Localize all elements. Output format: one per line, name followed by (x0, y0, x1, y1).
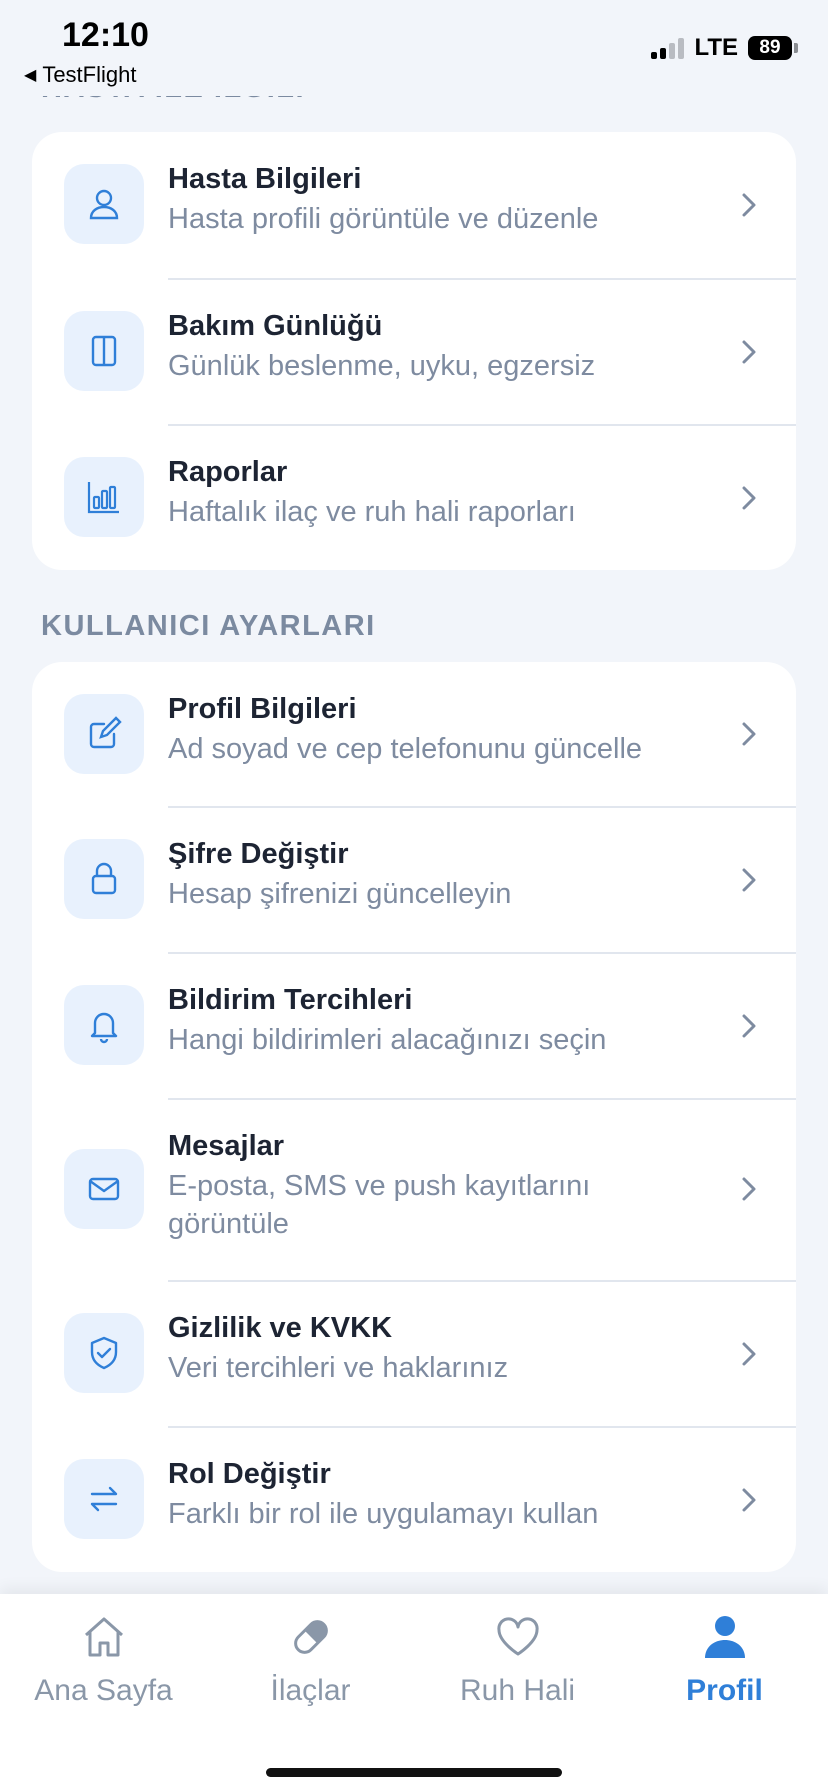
chevron-right-icon (742, 1014, 756, 1038)
row-bakim-gunlugu[interactable]: Bakım Günlüğü Günlük beslenme, uyku, egz… (32, 278, 796, 424)
row-title: Rol Değiştir (168, 1458, 331, 1490)
chevron-right-icon (742, 486, 756, 510)
tab-label: İlaçlar (270, 1674, 351, 1707)
row-title: Raporlar (168, 456, 288, 488)
chevron-right-icon (742, 1342, 756, 1366)
row-profil-bilgileri[interactable]: Profil Bilgileri Ad soyad ve cep telefon… (32, 662, 796, 806)
row-subtitle: Ad soyad ve cep telefonunu güncelle (168, 733, 643, 765)
chevron-right-icon (742, 1177, 756, 1201)
card-user-settings: Profil Bilgileri Ad soyad ve cep telefon… (32, 662, 796, 1572)
row-subtitle: Farklı bir rol ile uygulamayı kullan (168, 1498, 599, 1530)
section-title-user-settings: KULLANICI AYARLARI (41, 610, 376, 642)
profile-icon (704, 1616, 745, 1658)
tab-label: Ruh Hali (459, 1674, 576, 1707)
row-subtitle: E-posta, SMS ve push kayıtlarını görüntü… (168, 1170, 591, 1240)
row-raporlar[interactable]: Raporlar Haftalık ilaç ve ruh hali rapor… (32, 424, 796, 570)
tab-bar: Ana Sayfa İlaçlar Ruh Hali Profil (0, 1594, 828, 1792)
person-icon (64, 164, 144, 244)
row-title: Hasta Bilgileri (168, 163, 362, 195)
chevron-right-icon (742, 1488, 756, 1512)
row-subtitle: Günlük beslenme, uyku, egzersiz (168, 350, 596, 382)
mail-icon (64, 1149, 144, 1229)
status-time: 12:10 (62, 16, 149, 54)
back-triangle-icon: ◀ (24, 67, 37, 84)
heart-icon (496, 1617, 539, 1656)
tab-ana-sayfa[interactable]: Ana Sayfa (0, 1612, 207, 1708)
tab-ruh-hali[interactable]: Ruh Hali (414, 1612, 621, 1708)
back-app-label: TestFlight (42, 62, 137, 87)
row-gizlilik-kvkk[interactable]: Gizlilik ve KVKK Veri tercihleri ve hakl… (32, 1280, 796, 1426)
row-subtitle: Hesap şifrenizi güncelleyin (168, 878, 512, 910)
journal-icon (64, 311, 144, 391)
lock-icon (64, 839, 144, 919)
edit-icon (64, 694, 144, 774)
battery-icon: 89 (748, 36, 798, 60)
row-title: Profil Bilgileri (168, 693, 357, 725)
swap-icon (64, 1459, 144, 1539)
bell-icon (64, 985, 144, 1065)
card-patient: Hasta Bilgileri Hasta profili görüntüle … (32, 132, 796, 570)
tab-ilaclar[interactable]: İlaçlar (207, 1612, 414, 1708)
chevron-right-icon (742, 340, 756, 364)
row-bildirim-tercihleri[interactable]: Bildirim Tercihleri Hangi bildirimleri a… (32, 952, 796, 1098)
row-subtitle: Veri tercihleri ve haklarınız (168, 1352, 509, 1384)
status-bar: 12:10 ◀ TestFlight LTE 89 (0, 0, 828, 96)
row-rol-degistir[interactable]: Rol Değiştir Farklı bir rol ile uygulama… (32, 1426, 796, 1572)
bar-chart-icon (64, 457, 144, 537)
tab-profil[interactable]: Profil (621, 1612, 828, 1708)
row-sifre-degistir[interactable]: Şifre Değiştir Hesap şifrenizi güncelley… (32, 806, 796, 952)
chevron-right-icon (742, 868, 756, 892)
row-title: Bildirim Tercihleri (168, 984, 413, 1016)
home-indicator (266, 1768, 562, 1777)
tab-label: Ana Sayfa (34, 1674, 173, 1707)
chevron-right-icon (742, 722, 756, 746)
row-title: Şifre Değiştir (168, 838, 349, 870)
chevron-right-icon (742, 193, 756, 217)
row-subtitle: Hasta profili görüntüle ve düzenle (168, 203, 599, 235)
row-title: Mesajlar (168, 1130, 285, 1162)
back-to-app-button[interactable]: ◀ TestFlight (24, 62, 136, 88)
row-subtitle: Hangi bildirimleri alacağınızı seçin (168, 1024, 607, 1056)
signal-icon (651, 37, 685, 59)
row-title: Bakım Günlüğü (168, 310, 383, 342)
row-subtitle: Haftalık ilaç ve ruh hali raporları (168, 496, 576, 528)
settings-scroll[interactable]: HASTA İLE İLGİLİ Hasta Bilgileri Hasta p… (0, 0, 828, 1600)
status-indicators: LTE 89 (651, 34, 798, 62)
tab-label: Profil (686, 1674, 763, 1707)
battery-level: 89 (759, 37, 781, 58)
home-icon (84, 1617, 123, 1657)
row-hasta-bilgileri[interactable]: Hasta Bilgileri Hasta profili görüntüle … (32, 132, 796, 278)
pill-icon (293, 1620, 328, 1654)
row-title: Gizlilik ve KVKK (168, 1312, 393, 1344)
shield-check-icon (64, 1313, 144, 1393)
row-mesajlar[interactable]: Mesajlar E-posta, SMS ve push kayıtların… (32, 1098, 796, 1280)
network-type: LTE (694, 34, 738, 61)
